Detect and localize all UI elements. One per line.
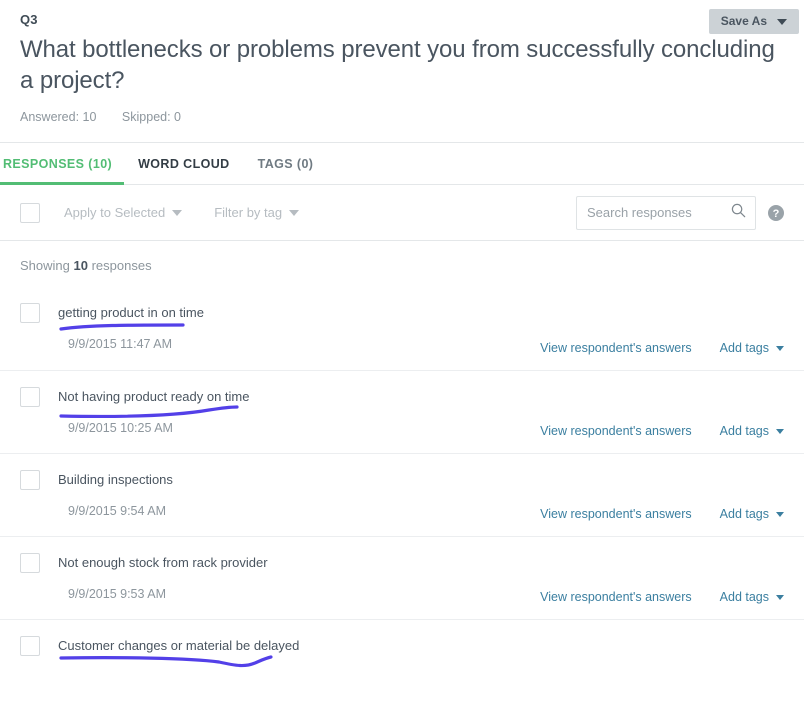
response-list: getting product in on time 9/9/2015 11:47…: [0, 287, 804, 702]
view-respondent-answers-link[interactable]: View respondent's answers: [540, 341, 692, 355]
question-stats: Answered: 10 Skipped: 0: [20, 110, 784, 124]
showing-suffix: responses: [91, 258, 152, 274]
save-as-label: Save As: [720, 14, 767, 28]
response-actions: View respondent's answers Add tags: [540, 424, 784, 438]
response-text: Customer changes or material be delayed: [58, 638, 300, 654]
filter-by-tag-label: Filter by tag: [214, 205, 283, 221]
chevron-down-icon: [777, 18, 787, 25]
response-checkbox[interactable]: [20, 387, 40, 408]
response-actions: View respondent's answers Add tags: [540, 590, 784, 604]
chevron-down-icon: [776, 511, 784, 517]
view-respondent-answers-link[interactable]: View respondent's answers: [540, 590, 692, 604]
chevron-down-icon: [289, 209, 300, 216]
add-tags-label: Add tags: [719, 590, 769, 605]
skipped-count: Skipped: 0: [121, 110, 181, 125]
question-number: Q3: [20, 12, 38, 27]
search-area: ?: [576, 195, 784, 230]
response-row: Customer changes or material be delayed: [0, 619, 804, 702]
answered-count: Answered: 10: [20, 110, 97, 125]
showing-count: 10: [73, 258, 88, 274]
tab-responses[interactable]: RESPONSES (10): [0, 143, 125, 186]
response-row: getting product in on time 9/9/2015 11:47…: [0, 287, 804, 370]
response-checkbox[interactable]: [20, 553, 40, 574]
add-tags-dropdown[interactable]: Add tags: [720, 424, 784, 438]
list-toolbar: Apply to Selected Filter by tag ?: [0, 185, 804, 242]
response-text-wrap: Not having product ready on time: [58, 387, 784, 419]
add-tags-label: Add tags: [719, 341, 769, 356]
add-tags-dropdown[interactable]: Add tags: [720, 507, 784, 521]
showing-prefix: Showing: [20, 258, 70, 274]
add-tags-label: Add tags: [719, 424, 769, 439]
response-row: Building inspections 9/9/2015 9:54 AM View…: [0, 453, 804, 536]
response-checkbox[interactable]: [20, 303, 40, 324]
response-top: Customer changes or material be delayed: [20, 636, 784, 668]
add-tags-dropdown[interactable]: Add tags: [720, 341, 784, 355]
tab-tags[interactable]: TAGS (0): [244, 143, 328, 184]
search-input[interactable]: [577, 196, 755, 229]
view-respondent-answers-link[interactable]: View respondent's answers: [540, 507, 692, 521]
question-header: Q3 What bottlenecks or problems prevent …: [0, 0, 804, 144]
response-text-wrap: getting product in on time: [58, 303, 784, 332]
response-checkbox[interactable]: [20, 636, 40, 657]
showing-count-row: Showing 10 responses: [0, 241, 804, 287]
response-text: Not having product ready on time: [58, 389, 250, 405]
chevron-down-icon: [172, 209, 183, 216]
response-top: Building inspections: [20, 470, 784, 491]
response-top: Not enough stock from rack provider: [20, 553, 784, 574]
apply-to-selected-dropdown[interactable]: Apply to Selected: [64, 205, 183, 221]
chevron-down-icon: [776, 345, 784, 351]
response-text-wrap: Not enough stock from rack provider: [58, 553, 784, 572]
save-as-button[interactable]: Save As: [708, 9, 799, 34]
response-text: getting product in on time: [58, 305, 204, 321]
handwritten-underline-annotation: [59, 655, 273, 668]
response-actions: View respondent's answers Add tags: [540, 507, 784, 521]
page-title: What bottlenecks or problems prevent you…: [20, 36, 775, 94]
select-all-checkbox[interactable]: [20, 202, 40, 223]
help-circle-icon[interactable]: ?: [768, 204, 784, 221]
add-tags-dropdown[interactable]: Add tags: [720, 590, 784, 604]
add-tags-label: Add tags: [719, 507, 769, 522]
response-text: Building inspections: [58, 472, 173, 488]
response-row: Not enough stock from rack provider 9/9/2…: [0, 536, 804, 619]
response-text-wrap: Customer changes or material be delayed: [58, 636, 784, 668]
chevron-down-icon: [776, 594, 784, 600]
response-actions: View respondent's answers Add tags: [540, 341, 784, 355]
search-box[interactable]: [576, 195, 756, 230]
chevron-down-icon: [776, 428, 784, 434]
response-text: Not enough stock from rack provider: [58, 555, 268, 571]
response-text-wrap: Building inspections: [58, 470, 784, 489]
tab-word-cloud[interactable]: WORD CLOUD: [124, 143, 244, 184]
response-top: getting product in on time: [20, 303, 784, 332]
view-respondent-answers-link[interactable]: View respondent's answers: [540, 424, 692, 438]
svg-text:?: ?: [773, 208, 780, 220]
response-row: Not having product ready on time 9/9/2015…: [0, 370, 804, 453]
response-top: Not having product ready on time: [20, 387, 784, 419]
apply-to-selected-label: Apply to Selected: [64, 205, 166, 221]
tab-bar: RESPONSES (10) WORD CLOUD TAGS (0): [0, 143, 804, 186]
filter-by-tag-dropdown[interactable]: Filter by tag: [214, 205, 300, 221]
response-checkbox[interactable]: [20, 470, 40, 491]
